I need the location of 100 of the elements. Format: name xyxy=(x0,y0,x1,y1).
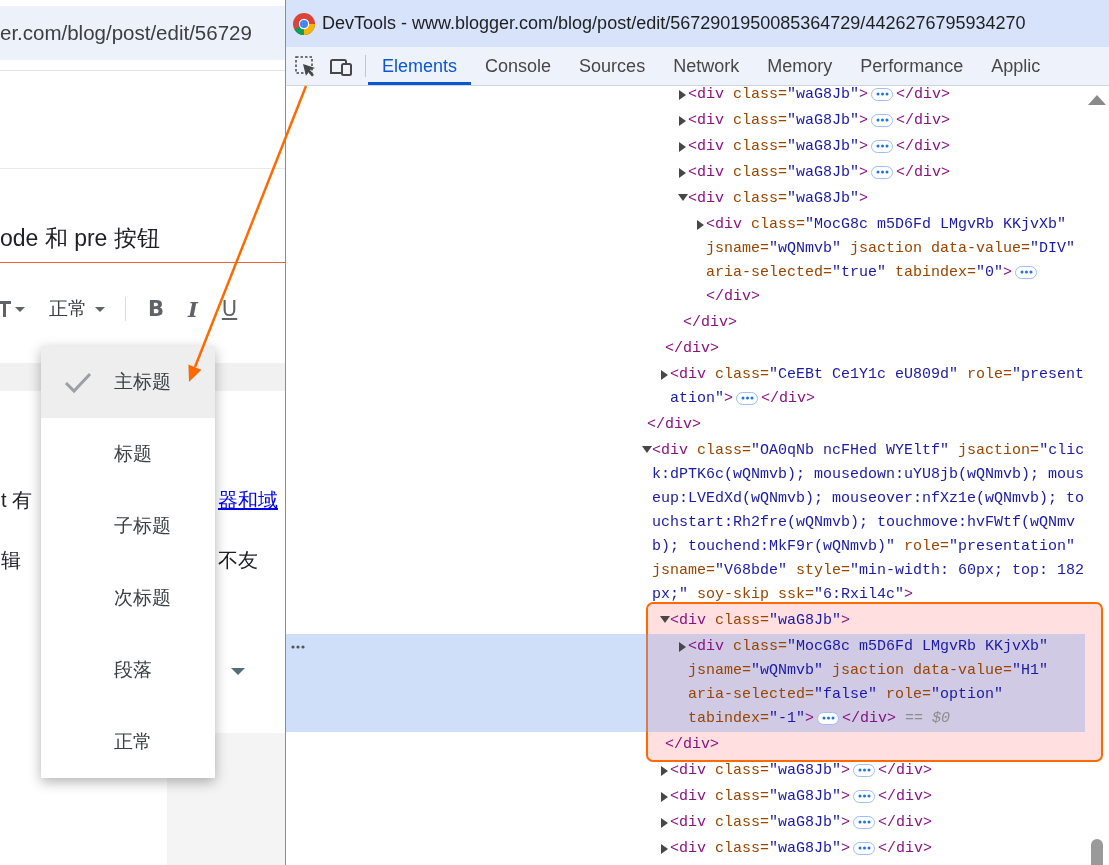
collapsed-triangle-icon[interactable] xyxy=(660,844,669,854)
tab[interactable]: Sources xyxy=(565,47,660,85)
collapsed-triangle-icon[interactable] xyxy=(660,792,669,802)
selected-row[interactable]: <div class="MocG8c m5D6Fd LMgvRb KKjvXb" jsname="wQNmvb" jsaction data-value="H1" aria-selected="false" role="option" tabindex="-1"> </div> == $0 xyxy=(286,634,1085,732)
scroll-up-icon[interactable] xyxy=(1088,95,1106,105)
more-icon xyxy=(820,716,836,721)
more-icon xyxy=(856,768,872,773)
tag-text: aria-selected="false" role="option" xyxy=(688,686,1004,703)
scrollbar-thumb[interactable] xyxy=(1091,839,1103,865)
tab[interactable]: Applic xyxy=(977,47,1055,85)
tag-text: aria-selected="true" tabindex="0"> xyxy=(706,264,1013,281)
app-logo-icon xyxy=(293,12,315,35)
body-text: 辑 xyxy=(0,548,21,572)
tag-text: <div class="MocG8c m5D6Fd LMgvRb KKjvXb" xyxy=(706,216,1067,233)
bold-button[interactable]: B xyxy=(148,297,164,321)
tag-text: b); touchend:MkF9r(wQNmvb)" role="presentation" xyxy=(652,538,1076,555)
tag-text: k:dPTK6c(wQNmvb); mousedown:uYU8jb(wQNmvb); mous xyxy=(652,466,1085,483)
menu-item[interactable]: 正常 xyxy=(41,706,215,778)
more-icon xyxy=(874,92,890,97)
tag-text: <div class="MocG8c m5D6Fd LMgvRb KKjvXb" xyxy=(688,638,1049,655)
body-text: 不友 xyxy=(218,549,258,571)
tag-text: <div class="waG8Jb"> xyxy=(670,762,851,779)
ellipsis-button[interactable] xyxy=(817,711,840,725)
closing-tag: </div> xyxy=(665,340,719,357)
tag-text: <div class="OA0qNb ncFHed WYEltf" jsaction="clic xyxy=(652,442,1085,459)
tab[interactable]: Performance xyxy=(846,47,978,85)
closing-tag: </div> xyxy=(878,814,933,831)
more-icon xyxy=(856,794,872,799)
collapsed-triangle-icon[interactable] xyxy=(660,766,669,776)
url-text: er.com/blog/post/edit/56729 xyxy=(0,21,252,45)
tag-text: <div class="waG8Jb"> xyxy=(688,86,869,103)
collapsed-triangle-icon[interactable] xyxy=(696,220,705,230)
tag-text: jsname="V68bde" style="min-width: 60px; top: 182 xyxy=(652,562,1085,579)
address-bar[interactable]: er.com/blog/post/edit/56729 xyxy=(0,6,285,60)
ellipsis-button[interactable] xyxy=(871,87,894,101)
collapsed-triangle-icon[interactable] xyxy=(678,90,687,100)
tag-text: px;" soy-skip ssk="6:Rxil4c"> xyxy=(652,586,914,603)
tag-text: uchstart:Rh2fre(wQNmvb); touchmove:hvFWtf(wQNmv xyxy=(652,514,1076,531)
tab[interactable]: Elements xyxy=(368,47,472,85)
tab[interactable]: Network xyxy=(659,47,754,85)
tag-text: tabindex="-1"> xyxy=(688,710,815,727)
menu-item[interactable]: 标题 xyxy=(41,418,215,490)
collapsed-triangle-icon[interactable] xyxy=(678,642,687,652)
ellipsis-button[interactable] xyxy=(871,165,894,179)
collapsed-triangle-icon[interactable] xyxy=(678,142,687,152)
ellipsis-button[interactable] xyxy=(853,815,876,829)
ellipsis-button[interactable] xyxy=(853,789,876,803)
menu-item[interactable]: 次标题 xyxy=(41,562,215,634)
ellipsis-button[interactable] xyxy=(871,139,894,153)
caret-icon[interactable] xyxy=(15,306,25,312)
ellipsis-button[interactable] xyxy=(1015,265,1038,279)
caret-icon[interactable] xyxy=(231,668,245,675)
tab[interactable]: Memory xyxy=(753,47,847,85)
check-icon xyxy=(63,370,92,394)
collapsed-triangle-icon[interactable] xyxy=(678,116,687,126)
collapsed-triangle-icon[interactable] xyxy=(660,370,669,380)
caret-icon[interactable] xyxy=(95,306,105,312)
closing-tag: </div> xyxy=(878,788,933,805)
closing-tag: </div> xyxy=(878,840,933,857)
more-icon xyxy=(874,144,890,149)
tag-text: <div class="waG8Jb"> xyxy=(688,164,869,181)
closing-tag: </div> xyxy=(706,288,760,305)
menu-item[interactable]: 段落 xyxy=(41,634,215,706)
tag-text: ation"> xyxy=(670,390,734,407)
paragraph-style-dropdown[interactable]: 正常 xyxy=(49,296,87,322)
ellipsis-button[interactable] xyxy=(736,391,759,405)
tag-text: <div class="waG8Jb"> xyxy=(688,112,869,129)
ellipsis-button[interactable] xyxy=(853,763,876,777)
tag-text: <div class="waG8Jb"> xyxy=(670,814,851,831)
more-icon xyxy=(856,846,872,851)
tag-text: <div class="waG8Jb"> xyxy=(670,788,851,805)
menu-item[interactable]: 子标题 xyxy=(41,490,215,562)
inspect-icon[interactable] xyxy=(295,55,316,77)
ellipsis-button[interactable] xyxy=(853,841,876,855)
tag-text: <div class="CeEBt Ce1Y1c eU809d" role="present xyxy=(670,366,1085,383)
expanded-triangle-icon[interactable] xyxy=(678,194,688,202)
tag-text: <div class="waG8Jb"> xyxy=(688,190,869,207)
text-size-icon[interactable] xyxy=(0,301,11,317)
menu-item[interactable]: 主标题 xyxy=(41,346,215,418)
more-icon xyxy=(874,118,890,123)
link[interactable]: 器和域 xyxy=(218,489,278,511)
closing-tag: </div> xyxy=(761,390,816,407)
expanded-triangle-icon[interactable] xyxy=(642,446,652,454)
underline-button[interactable]: U xyxy=(221,297,238,321)
tab[interactable]: Console xyxy=(471,47,566,85)
more-icon xyxy=(739,396,755,401)
ellipsis-button[interactable] xyxy=(871,113,894,127)
italic-button[interactable]: I xyxy=(188,296,198,322)
console-reference: == $0 xyxy=(905,710,951,727)
more-icon[interactable] xyxy=(291,645,305,649)
closing-tag: </div> xyxy=(683,314,737,331)
closing-tag: </div> xyxy=(878,762,933,779)
tag-text: <div class="waG8Jb"> xyxy=(670,612,851,629)
expanded-triangle-icon[interactable] xyxy=(660,616,670,624)
closing-tag: </div> xyxy=(647,416,701,433)
post-title: ode 和 pre 按钮 xyxy=(0,224,160,253)
collapsed-triangle-icon[interactable] xyxy=(678,168,687,178)
body-text: t 有 xyxy=(0,488,33,512)
collapsed-triangle-icon[interactable] xyxy=(660,818,669,828)
closing-tag: </div> xyxy=(896,138,951,155)
